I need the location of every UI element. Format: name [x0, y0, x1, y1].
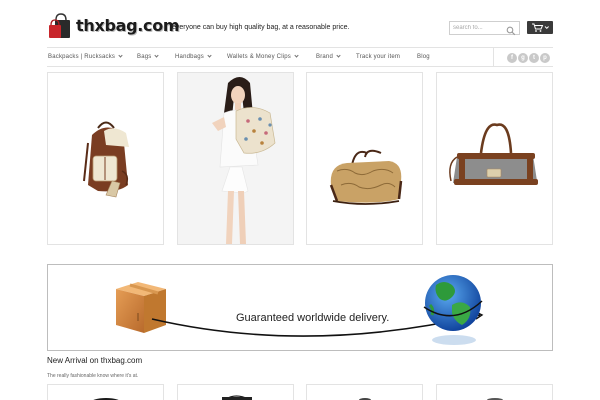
- pinterest-icon[interactable]: p: [540, 53, 550, 63]
- product-card-model[interactable]: [177, 72, 294, 245]
- search-box: [449, 21, 520, 36]
- product-image: [359, 398, 371, 400]
- nav-item-label: Blog: [417, 54, 430, 60]
- nav-item-label: Track your item: [356, 54, 401, 60]
- new-arrival-subtitle: The really fashionable know where it's a…: [47, 373, 139, 379]
- nav-item-bags[interactable]: Bags: [137, 53, 160, 60]
- nav-item-blog[interactable]: Blog: [417, 54, 430, 60]
- nav-item-wallets[interactable]: Wallets & Money Clips: [227, 53, 299, 60]
- new-arrival-card[interactable]: [436, 384, 553, 400]
- map-print-duffel-bag-image: [329, 149, 403, 205]
- product-image: [93, 398, 119, 400]
- cart-icon: [532, 23, 549, 32]
- chevron-down-icon: [118, 53, 123, 58]
- chevron-down-icon: [294, 53, 299, 58]
- cart-button[interactable]: [527, 21, 553, 34]
- nav-item-track[interactable]: Track your item: [356, 54, 400, 60]
- chevron-down-icon: [207, 53, 212, 58]
- nav-item-label: Handbags: [175, 54, 204, 60]
- brown-leather-backpack-image: [83, 121, 129, 198]
- new-arrival-card[interactable]: [306, 384, 423, 400]
- product-image: [487, 398, 503, 400]
- banner-text: Guaranteed worldwide delivery.: [236, 312, 390, 324]
- product-card-backpack[interactable]: [47, 72, 164, 245]
- twitter-icon[interactable]: t: [529, 53, 539, 63]
- new-arrival-title: New Arrival on thxbag.com: [47, 356, 143, 365]
- search-icon[interactable]: [506, 23, 516, 36]
- nav-divider: [493, 48, 494, 67]
- product-card-map-duffel[interactable]: [306, 72, 423, 245]
- new-arrival-card[interactable]: [47, 384, 164, 400]
- grey-canvas-duffel-bag-image: [449, 123, 538, 185]
- search-input[interactable]: [453, 23, 505, 33]
- nav-item-handbags[interactable]: Handbags: [175, 53, 212, 60]
- shipping-banner-art: [116, 275, 484, 345]
- chevron-down-icon: [154, 53, 160, 58]
- chevron-down-icon: [336, 53, 341, 58]
- nav-item-label: Brand: [316, 54, 334, 60]
- nav-item-backpacks[interactable]: Backpacks | Rucksacks: [48, 53, 123, 60]
- site-tagline: everyone can buy high quality bag, at a …: [172, 24, 350, 31]
- woman-with-floral-backpack-image: [178, 73, 293, 244]
- site-logo[interactable]: thxbag.com: [76, 16, 180, 35]
- google-plus-icon[interactable]: g: [518, 53, 528, 63]
- shipping-box-icon: [116, 282, 166, 333]
- product-image: [222, 395, 252, 400]
- shipping-banner[interactable]: Guaranteed worldwide delivery.: [47, 264, 553, 351]
- facebook-icon[interactable]: f: [507, 53, 517, 63]
- main-nav: Backpacks | Rucksacks Bags Handbags Wall…: [47, 47, 553, 67]
- nav-item-label: Bags: [137, 54, 152, 60]
- nav-item-brand[interactable]: Brand: [316, 53, 341, 60]
- nav-item-label: Wallets & Money Clips: [227, 54, 291, 60]
- globe-icon: [423, 275, 483, 345]
- new-arrival-card[interactable]: [177, 384, 294, 400]
- product-card-grey-duffel[interactable]: [436, 72, 553, 245]
- shopping-bags-icon[interactable]: [48, 13, 72, 39]
- nav-item-label: Backpacks | Rucksacks: [48, 54, 116, 60]
